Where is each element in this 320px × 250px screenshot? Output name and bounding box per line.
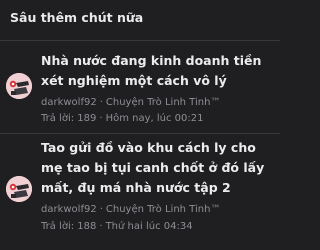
- thread-time: Hôm nay, lúc 00:21: [105, 113, 204, 124]
- meta-separator: ·: [99, 204, 103, 215]
- thread-forum[interactable]: Chuyện Trò Linh Tinh™: [106, 204, 221, 215]
- thread-replies: Trả lời: 189: [41, 113, 97, 124]
- thread-author[interactable]: darkwolf92: [41, 97, 97, 108]
- thread-item[interactable]: Nhà nước đang kinh doanh tiền xét nghiệm…: [0, 41, 280, 133]
- thread-time: Thứ hai lúc 04:34: [105, 221, 193, 232]
- meta-separator: ·: [99, 97, 103, 108]
- meta-separator: ·: [99, 113, 103, 124]
- thread-meta-author-forum: darkwolf92 · Chuyện Trò Linh Tinh™: [41, 203, 220, 217]
- avatar-image-icon: [6, 73, 32, 99]
- section-title: Sâu thêm chút nữa: [10, 10, 144, 25]
- avatar[interactable]: [6, 176, 32, 202]
- thread-meta-author-forum: darkwolf92 · Chuyện Trò Linh Tinh™: [41, 96, 220, 110]
- thread-forum[interactable]: Chuyện Trò Linh Tinh™: [106, 97, 221, 108]
- similar-threads-panel: Sâu thêm chút nữa Nhà nước đang kinh doa…: [0, 0, 280, 250]
- avatar-image-icon: [6, 176, 32, 202]
- meta-separator: ·: [99, 221, 103, 232]
- thread-title[interactable]: Tao gửi đồ vào khu cách ly cho mẹ tao bị…: [41, 138, 276, 198]
- thread-meta-stats: Trả lời: 189 · Hôm nay, lúc 00:21: [41, 112, 203, 126]
- thread-meta-stats: Trả lời: 188 · Thứ hai lúc 04:34: [41, 220, 193, 234]
- thread-title[interactable]: Nhà nước đang kinh doanh tiền xét nghiệm…: [41, 51, 276, 91]
- avatar[interactable]: [6, 73, 32, 99]
- thread-replies: Trả lời: 188: [41, 221, 97, 232]
- thread-item[interactable]: Tao gửi đồ vào khu cách ly cho mẹ tao bị…: [0, 134, 280, 250]
- thread-author[interactable]: darkwolf92: [41, 204, 97, 215]
